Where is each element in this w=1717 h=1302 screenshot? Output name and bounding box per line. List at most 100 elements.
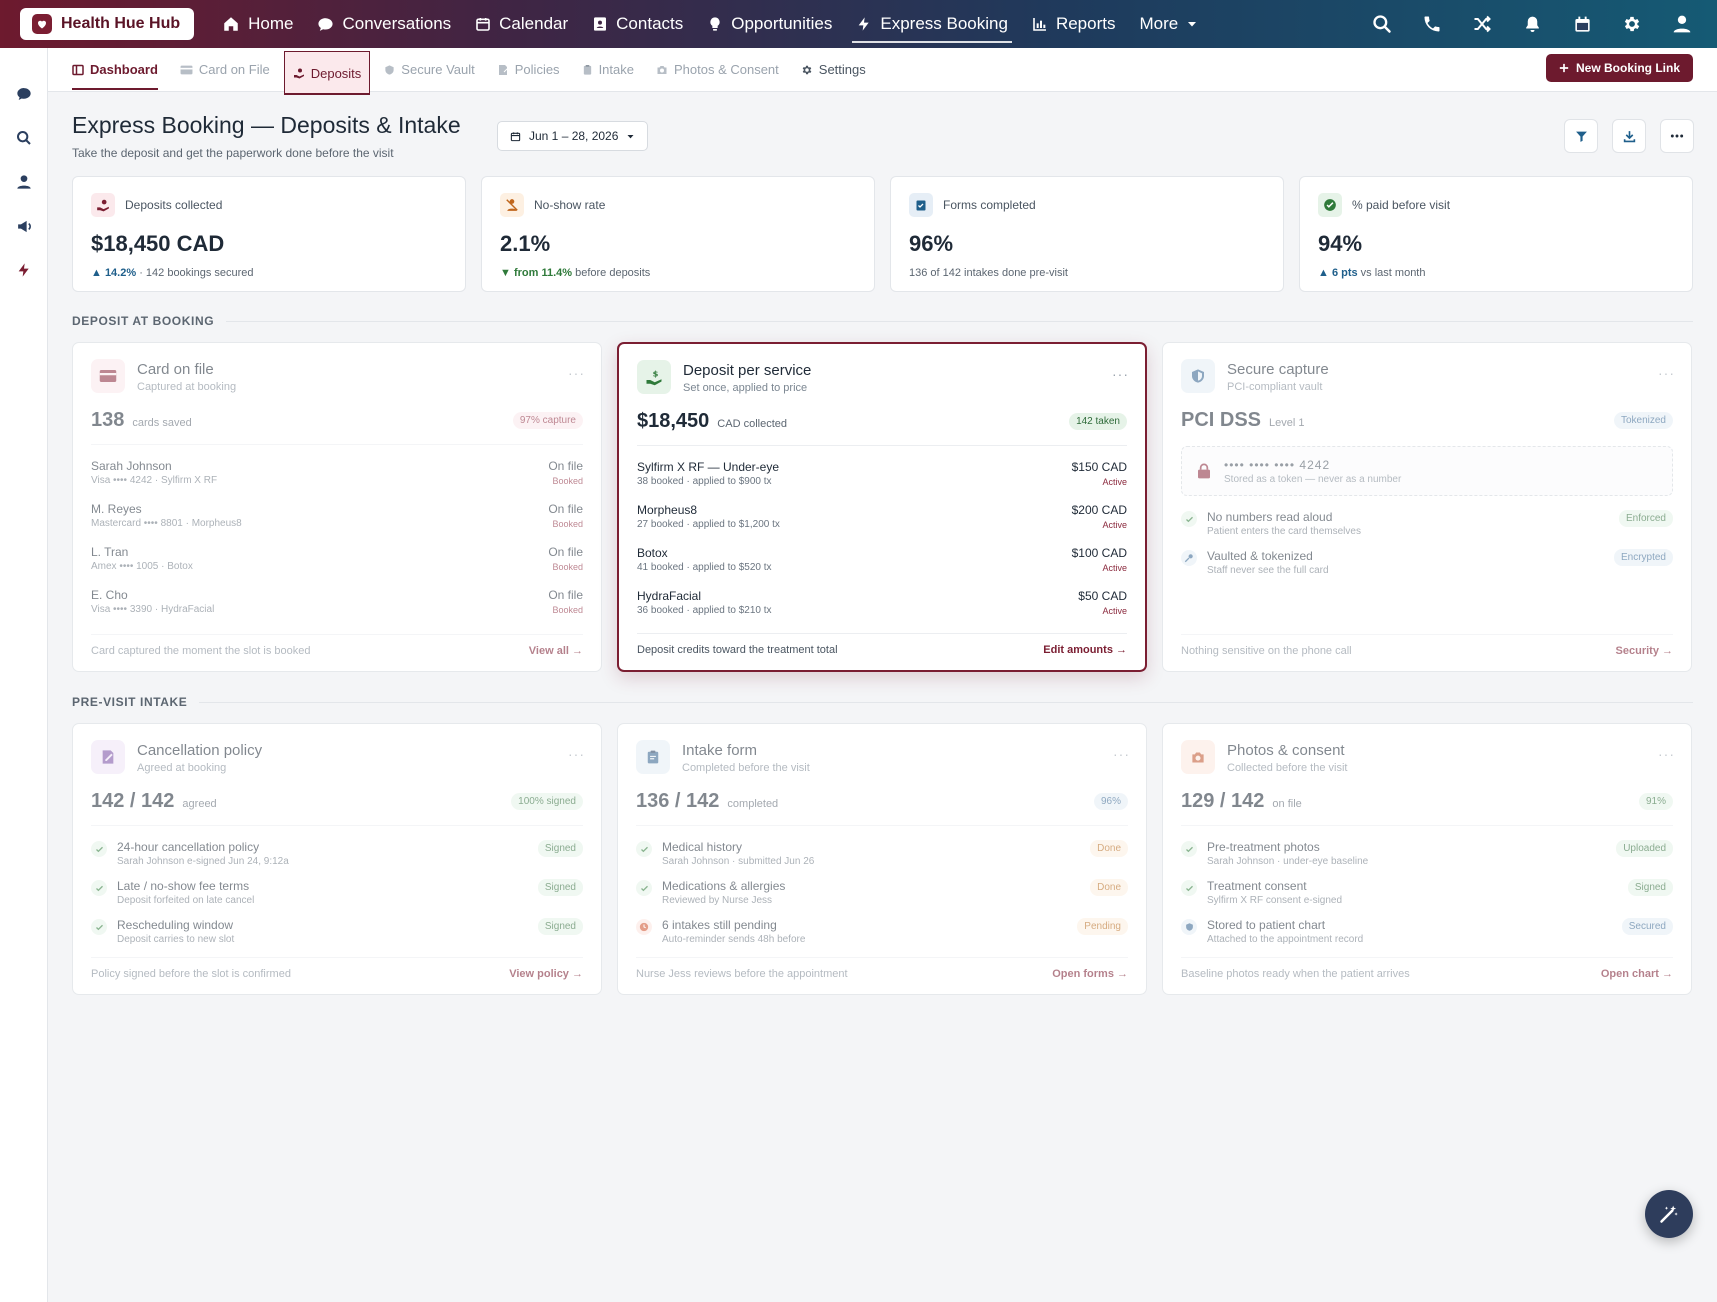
list-item[interactable]: Sylfirm X RF — Under-eye 38 booked · appl… <box>637 452 1127 495</box>
bolt-icon[interactable] <box>0 248 48 292</box>
check-detail: Sarah Johnson e-signed Jun 24, 9:12a <box>117 856 289 867</box>
nav-reports[interactable]: Reports <box>1020 0 1128 48</box>
shuffle-icon[interactable] <box>1457 0 1507 48</box>
list-item[interactable]: HydraFacial 36 booked · applied to $210 t… <box>637 581 1127 624</box>
nav-more[interactable]: More <box>1127 0 1210 48</box>
card-more-icon[interactable]: ··· <box>1658 365 1675 381</box>
search-icon[interactable] <box>1357 0 1407 48</box>
caret-down-icon <box>626 132 635 141</box>
list-item: Medications & allergies Reviewed by Nurse… <box>636 873 1128 912</box>
magic-wand-fab[interactable] <box>1645 1190 1693 1238</box>
calendar-icon[interactable] <box>1557 0 1607 48</box>
date-range-picker[interactable]: Jun 1 – 28, 2026 <box>497 121 649 151</box>
check-title: Medications & allergies <box>662 879 786 893</box>
row-detail: 38 booked · applied to $900 tx <box>637 476 772 487</box>
card-subtitle: Agreed at booking <box>137 762 227 774</box>
user-icon[interactable] <box>0 160 48 204</box>
security-link[interactable]: Security → <box>1616 645 1673 657</box>
card-subtitle: Captured at booking <box>137 381 237 393</box>
card-on-file-card[interactable]: Card on file Captured at booking 138 car… <box>72 342 602 672</box>
list-item[interactable]: M. Reyes Mastercard •••• 8801 · Morpheus8… <box>91 494 583 537</box>
tab-intake[interactable]: Intake <box>574 48 642 92</box>
card-more-icon[interactable]: ··· <box>1113 746 1130 762</box>
clipboard-check-icon <box>909 193 933 217</box>
download-button[interactable] <box>1612 119 1646 153</box>
section-heading-intake: PRE-VISIT INTAKE <box>72 695 1693 709</box>
nav-reports-label: Reports <box>1055 14 1116 33</box>
row-amount: $150 CAD <box>1071 460 1127 474</box>
ellipsis-icon <box>1670 134 1684 138</box>
list-item[interactable]: Morpheus8 27 booked · applied to $1,200 t… <box>637 495 1127 538</box>
tab-photos-consent[interactable]: Photos & Consent <box>648 48 787 92</box>
gear-icon[interactable] <box>1607 0 1657 48</box>
card-more-icon[interactable]: ··· <box>568 746 585 762</box>
open-forms-link[interactable]: Open forms → <box>1052 968 1128 980</box>
row-status: On file <box>548 459 583 473</box>
check-icon <box>636 841 652 857</box>
status-badge: Done <box>1090 840 1128 857</box>
tab-settings-label: Settings <box>818 62 866 77</box>
status-badge: Uploaded <box>1616 840 1673 857</box>
search-icon[interactable] <box>0 116 48 160</box>
intake-form-card[interactable]: Intake form Completed before the visit 1… <box>617 723 1147 995</box>
tab-policies[interactable]: Policies <box>489 48 568 92</box>
tab-card-on-file-label: Card on File <box>198 62 270 77</box>
view-policy-link[interactable]: View policy → <box>509 968 583 980</box>
card-subtitle: Set once, applied to price <box>683 382 808 394</box>
row-detail: 36 booked · applied to $210 tx <box>637 605 772 616</box>
tab-policies-label: Policies <box>514 62 560 77</box>
tab-secure-vault[interactable]: Secure Vault <box>376 48 482 92</box>
tab-deposits[interactable]: Deposits <box>283 50 371 95</box>
nav-contacts[interactable]: Contacts <box>580 0 695 48</box>
phone-icon[interactable] <box>1407 0 1457 48</box>
new-booking-link-label: New Booking Link <box>1575 61 1680 75</box>
filter-button[interactable] <box>1564 119 1598 153</box>
card-stat-unit: Level 1 <box>1269 416 1305 429</box>
cancellation-policy-card[interactable]: Cancellation policy Agreed at booking 14… <box>72 723 602 995</box>
check-title: Pre-treatment photos <box>1207 840 1320 854</box>
nav-calendar[interactable]: Calendar <box>463 0 580 48</box>
card-more-icon[interactable]: ··· <box>568 365 585 381</box>
edit-amounts-link[interactable]: Edit amounts → <box>1043 644 1127 656</box>
tab-settings[interactable]: Settings <box>793 48 874 92</box>
bell-icon[interactable] <box>1507 0 1557 48</box>
tab-dashboard-label: Dashboard <box>90 62 158 77</box>
section-heading-deposit: DEPOSIT AT BOOKING <box>72 314 1693 328</box>
nav-home[interactable]: Home <box>210 0 305 48</box>
user-icon[interactable] <box>1657 0 1707 48</box>
row-name: Botox <box>637 546 668 560</box>
view-all-link[interactable]: View all → <box>529 645 583 657</box>
tab-card-on-file[interactable]: Card on File <box>172 48 278 92</box>
row-amount: $200 CAD <box>1071 503 1127 517</box>
capture-chip: 97% capture <box>512 412 583 429</box>
card-stat: 129 / 142 <box>1181 790 1265 812</box>
signature-icon <box>91 740 125 774</box>
list-item[interactable]: Botox 41 booked · applied to $520 tx $100 … <box>637 538 1127 581</box>
new-booking-link-button[interactable]: New Booking Link <box>1545 54 1693 82</box>
deposit-per-service-card[interactable]: $ Deposit per service Set once, applied … <box>617 342 1147 672</box>
photos-consent-card[interactable]: Photos & consent Collected before the vi… <box>1162 723 1692 995</box>
key-icon <box>1181 550 1197 566</box>
status-badge: Encrypted <box>1613 549 1673 566</box>
kpi-delta: ▲ 14.2% <box>91 267 137 279</box>
nav-express-booking[interactable]: Express Booking <box>844 0 1020 48</box>
side-rail <box>0 48 48 1302</box>
nav-conversations[interactable]: Conversations <box>305 0 463 48</box>
tab-dashboard[interactable]: Dashboard <box>64 48 166 92</box>
more-options-button[interactable] <box>1660 119 1694 153</box>
nav-opportunities[interactable]: Opportunities <box>695 0 844 48</box>
brand-button[interactable]: Health Hue Hub <box>20 8 195 40</box>
kpi-forms-completed: Forms completed 96% 136 of 142 intakes d… <box>890 176 1284 292</box>
open-chart-link[interactable]: Open chart → <box>1601 968 1673 980</box>
card-title: Secure capture <box>1227 361 1329 378</box>
list-item[interactable]: E. Cho Visa •••• 3390 · HydraFacial On fil… <box>91 580 583 623</box>
secure-capture-card[interactable]: Secure capture PCI-compliant vault PCI D… <box>1162 342 1692 672</box>
nav-conversations-label: Conversations <box>342 14 452 33</box>
row-detail: 27 booked · applied to $1,200 tx <box>637 519 780 530</box>
card-more-icon[interactable]: ··· <box>1112 366 1129 382</box>
card-more-icon[interactable]: ··· <box>1658 746 1675 762</box>
list-item[interactable]: L. Tran Amex •••• 1005 · Botox On file Book… <box>91 537 583 580</box>
chat-icon[interactable] <box>0 72 48 116</box>
megaphone-icon[interactable] <box>0 204 48 248</box>
list-item[interactable]: Sarah Johnson Visa •••• 4242 · Sylfirm X … <box>91 451 583 494</box>
